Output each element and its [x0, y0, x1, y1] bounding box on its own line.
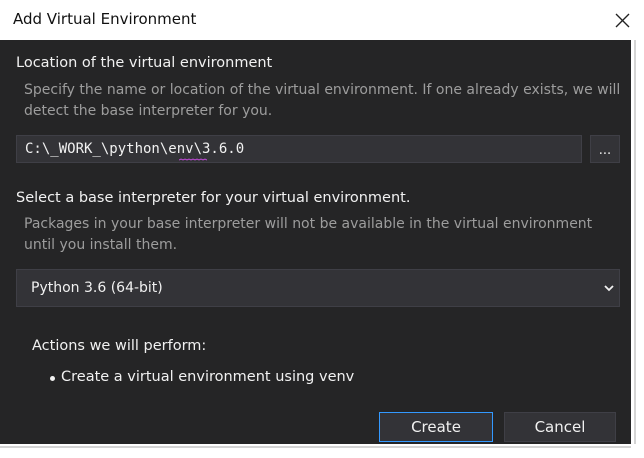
bullet-icon	[50, 376, 55, 381]
interpreter-description: Packages in your base interpreter will n…	[24, 216, 593, 253]
browse-button[interactable]: ...	[590, 135, 620, 163]
window-edge-right	[631, 40, 644, 444]
create-button[interactable]: Create	[379, 412, 493, 442]
chevron-down-icon	[604, 285, 614, 292]
location-description: Specify the name or location of the virt…	[24, 82, 621, 119]
window-edge-bottom	[0, 444, 644, 458]
interpreter-heading: Select a base interpreter for your virtu…	[16, 190, 411, 206]
dialog-title: Add Virtual Environment	[13, 10, 197, 28]
selected-interpreter: Python 3.6 (64-bit)	[31, 280, 163, 296]
add-virtual-environment-dialog: Add Virtual Environment Location of the …	[0, 0, 644, 458]
actions-title: Actions we will perform:	[32, 338, 207, 354]
cancel-button[interactable]: Cancel	[504, 412, 616, 442]
title-bar: Add Virtual Environment	[0, 0, 644, 40]
spellcheck-underline	[179, 158, 207, 161]
dialog-body: Location of the virtual environment Spec…	[0, 40, 631, 444]
base-interpreter-select[interactable]: Python 3.6 (64-bit)	[16, 269, 620, 307]
action-item: Create a virtual environment using venv	[61, 369, 355, 385]
environment-path-input[interactable]	[16, 135, 582, 163]
close-icon	[615, 13, 629, 27]
close-button[interactable]	[600, 0, 644, 40]
location-heading: Location of the virtual environment	[16, 55, 273, 71]
